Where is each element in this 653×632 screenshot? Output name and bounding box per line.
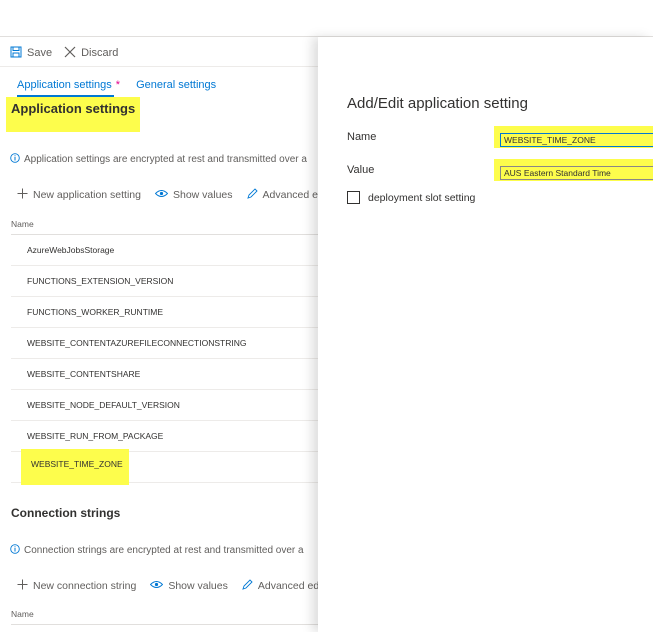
column-header-name[interactable]: Name <box>11 219 34 229</box>
new-connection-label: New connection string <box>33 580 137 592</box>
info-icon <box>10 544 20 557</box>
save-button[interactable]: Save <box>10 46 52 61</box>
settings-tabs: Application settings * General settings <box>17 79 232 97</box>
show-values-button[interactable]: Show values <box>154 189 233 201</box>
app-settings-table: AzureWebJobsStorage FUNCTIONS_EXTENSION_… <box>11 235 318 485</box>
app-settings-info: Application settings are encrypted at re… <box>10 153 307 166</box>
portal-top-bar <box>0 0 653 37</box>
table-row[interactable]: WEBSITE_TIME_ZONE <box>11 449 318 485</box>
conn-strings-info: Connection strings are encrypted at rest… <box>10 544 304 557</box>
discard-button[interactable]: Discard <box>64 46 118 61</box>
setting-name: WEBSITE_RUN_FROM_PACKAGE <box>27 431 164 441</box>
name-label: Name <box>347 131 377 143</box>
info-text: Connection strings are encrypted at rest… <box>24 545 304 556</box>
advanced-edit-button[interactable]: Advanced edit <box>242 579 318 593</box>
eye-icon <box>150 580 164 592</box>
edit-setting-panel: Add/Edit application setting Name Value … <box>318 37 653 632</box>
modified-indicator: * <box>115 79 121 91</box>
setting-name: WEBSITE_TIME_ZONE <box>21 449 129 485</box>
pencil-icon <box>242 579 253 593</box>
advanced-edit-label: Advanced edit <box>262 189 318 201</box>
tab-label: Application settings <box>17 79 112 91</box>
setting-name: WEBSITE_CONTENTAZUREFILECONNECTIONSTRING <box>27 338 247 348</box>
table-row[interactable]: WEBSITE_RUN_FROM_PACKAGE <box>11 421 318 452</box>
panel-title: Add/Edit application setting <box>347 95 528 112</box>
info-text: Application settings are encrypted at re… <box>24 154 307 165</box>
column-header-name[interactable]: Name <box>11 609 34 619</box>
plus-icon <box>17 188 28 202</box>
tab-application-settings[interactable]: Application settings * <box>17 79 120 97</box>
show-values-label: Show values <box>168 580 228 592</box>
deployment-slot-setting: deployment slot setting <box>347 191 475 204</box>
connection-strings-heading: Connection strings <box>11 506 121 520</box>
setting-name: FUNCTIONS_EXTENSION_VERSION <box>27 276 174 286</box>
setting-name: FUNCTIONS_WORKER_RUNTIME <box>27 307 164 317</box>
discard-label: Discard <box>81 47 119 59</box>
table-row[interactable]: WEBSITE_CONTENTAZUREFILECONNECTIONSTRING <box>11 328 318 359</box>
tab-label: General settings <box>136 79 217 91</box>
advanced-edit-button[interactable]: Advanced edit <box>246 188 318 202</box>
configuration-blade: Save Discard Application settings * Gener… <box>0 37 318 632</box>
table-row[interactable]: WEBSITE_NODE_DEFAULT_VERSION <box>11 390 318 421</box>
table-row[interactable]: WEBSITE_CONTENTSHARE <box>11 359 318 390</box>
app-settings-actions: New application setting Show values Adva… <box>17 188 318 202</box>
setting-name: WEBSITE_NODE_DEFAULT_VERSION <box>27 400 180 410</box>
name-field-highlight <box>494 126 653 148</box>
deployment-slot-checkbox[interactable] <box>347 191 360 204</box>
advanced-edit-label: Advanced edit <box>257 580 318 592</box>
column-header-divider <box>11 624 318 625</box>
table-row[interactable]: FUNCTIONS_WORKER_RUNTIME <box>11 297 318 328</box>
value-input[interactable] <box>500 166 653 180</box>
new-application-setting-button[interactable]: New application setting <box>17 188 141 202</box>
setting-name: WEBSITE_CONTENTSHARE <box>27 369 141 379</box>
close-icon <box>64 46 76 61</box>
application-settings-heading: Application settings <box>6 97 141 132</box>
save-icon <box>10 46 22 61</box>
tab-general-settings[interactable]: General settings <box>136 79 216 97</box>
table-row[interactable]: FUNCTIONS_EXTENSION_VERSION <box>11 266 318 297</box>
value-label: Value <box>347 164 375 176</box>
value-field-highlight <box>494 159 653 181</box>
conn-strings-actions: New connection string Show values Advanc… <box>17 579 318 593</box>
show-values-button[interactable]: Show values <box>150 580 228 592</box>
pencil-icon <box>246 188 258 202</box>
info-icon <box>10 153 20 166</box>
eye-icon <box>154 189 169 201</box>
command-bar: Save Discard <box>10 43 130 63</box>
command-bar-divider <box>0 66 318 67</box>
table-row[interactable]: AzureWebJobsStorage <box>11 235 318 266</box>
show-values-label: Show values <box>172 189 233 201</box>
save-label: Save <box>27 47 53 59</box>
plus-icon <box>17 579 28 593</box>
name-input[interactable] <box>500 133 653 147</box>
new-setting-label: New application setting <box>33 189 141 201</box>
deployment-slot-label: deployment slot setting <box>368 191 476 204</box>
setting-name: AzureWebJobsStorage <box>27 245 115 255</box>
new-connection-string-button[interactable]: New connection string <box>17 579 136 593</box>
